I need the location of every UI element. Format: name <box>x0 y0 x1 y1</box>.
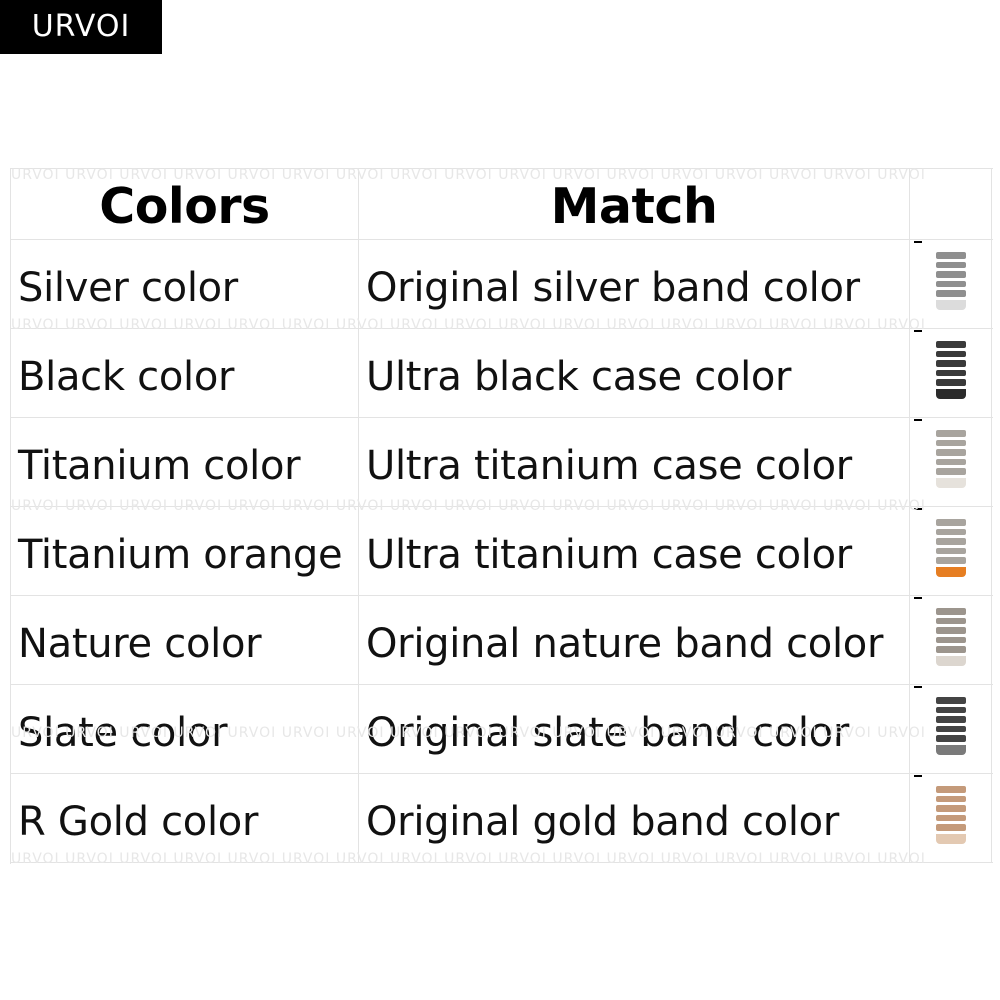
band-link-segment <box>936 360 966 367</box>
color-name-cell: Titanium orange <box>11 507 359 595</box>
band-link-segment <box>936 547 966 555</box>
band-link-segment <box>936 369 966 377</box>
band-swatch-image <box>936 341 966 399</box>
band-link-segment <box>936 261 966 269</box>
band-clasp-segment <box>936 834 966 844</box>
band-link-segment <box>936 814 966 822</box>
band-link-segment <box>936 646 966 654</box>
band-link-segment <box>936 557 966 565</box>
dash-mark <box>914 686 922 688</box>
band-link-segment <box>936 805 966 812</box>
band-link-segment <box>936 379 966 387</box>
band-clasp-segment <box>936 389 966 399</box>
dash-mark <box>914 241 922 243</box>
header-colors: Colors <box>11 169 359 239</box>
band-link-segment <box>936 538 966 545</box>
band-link-segment <box>936 458 966 466</box>
band-link-segment <box>936 636 966 644</box>
band-swatch-image <box>936 519 966 577</box>
color-name-cell: Nature color <box>11 596 359 684</box>
band-link-segment <box>936 528 966 536</box>
table-row: Nature color Original nature band color <box>11 596 993 685</box>
band-link-segment <box>936 735 966 743</box>
band-thumbnail-cell <box>910 596 992 684</box>
table-row: Titanium color Ultra titanium case color <box>11 418 993 507</box>
band-link-segment <box>936 341 966 348</box>
table-row: Titanium orange Ultra titanium case color… <box>11 498 993 596</box>
table-header-row: Colors Match URVOI URVOI URVOI URVOI URV… <box>11 167 993 240</box>
band-link-segment <box>936 430 966 437</box>
brand-logo: URVOI <box>0 0 162 54</box>
band-clasp-segment <box>936 567 966 577</box>
band-link-segment <box>936 271 966 278</box>
band-link-segment <box>936 706 966 714</box>
band-link-segment <box>936 290 966 298</box>
match-description-cell: Ultra titanium case color <box>359 507 910 595</box>
match-description-cell: Original nature band color <box>359 596 910 684</box>
band-link-segment <box>936 519 966 526</box>
band-link-segment <box>936 468 966 476</box>
dash-mark <box>914 419 922 421</box>
band-swatch-image <box>936 608 966 666</box>
color-name-cell: Silver color <box>11 240 359 328</box>
band-clasp-segment <box>936 745 966 755</box>
band-clasp-segment <box>936 300 966 310</box>
band-link-segment <box>936 697 966 704</box>
table-row: Silver color Original silver band color UR… <box>11 240 993 333</box>
table-row: Slate color Original slate band color URVO… <box>11 685 993 774</box>
dash-mark <box>914 330 922 332</box>
band-link-segment <box>936 439 966 447</box>
band-thumbnail-cell <box>910 774 992 862</box>
band-link-segment <box>936 252 966 259</box>
color-match-table: Colors Match URVOI URVOI URVOI URVOI URV… <box>10 167 993 867</box>
table-row: Black color Ultra black case color <box>11 329 993 418</box>
band-swatch-image <box>936 786 966 844</box>
band-link-segment <box>936 617 966 625</box>
color-name-cell: Titanium color <box>11 418 359 506</box>
match-description-cell: Original silver band color <box>359 240 910 328</box>
band-thumbnail-cell <box>910 240 992 328</box>
band-swatch-image <box>936 430 966 488</box>
match-description-cell: Original slate band color <box>359 685 910 773</box>
band-link-segment <box>936 350 966 358</box>
match-description-cell: Ultra titanium case color <box>359 418 910 506</box>
band-link-segment <box>936 786 966 793</box>
header-image <box>910 169 992 239</box>
band-thumbnail-cell <box>910 685 992 773</box>
band-link-segment <box>936 627 966 634</box>
band-clasp-segment <box>936 478 966 488</box>
color-name-cell: Black color <box>11 329 359 417</box>
band-thumbnail-cell <box>910 329 992 417</box>
table-row: R Gold color Original gold band color URVO… <box>11 774 993 867</box>
color-name-cell: Slate color <box>11 685 359 773</box>
page: URVOI Colors Match URVOI URVOI URVOI URV… <box>0 0 1000 1000</box>
band-thumbnail-cell <box>910 418 992 506</box>
color-name-cell: R Gold color <box>11 774 359 862</box>
band-link-segment <box>936 608 966 615</box>
band-clasp-segment <box>936 656 966 666</box>
dash-mark <box>914 597 922 599</box>
band-thumbnail-cell <box>910 507 992 595</box>
band-link-segment <box>936 449 966 456</box>
dash-mark <box>914 775 922 777</box>
match-description-cell: Original gold band color <box>359 774 910 862</box>
band-link-segment <box>936 716 966 723</box>
dash-mark <box>914 508 922 510</box>
band-link-segment <box>936 824 966 832</box>
band-link-segment <box>936 280 966 288</box>
band-link-segment <box>936 725 966 733</box>
header-match: Match <box>359 169 910 239</box>
match-description-cell: Ultra black case color <box>359 329 910 417</box>
band-link-segment <box>936 795 966 803</box>
band-swatch-image <box>936 697 966 755</box>
band-swatch-image <box>936 252 966 310</box>
